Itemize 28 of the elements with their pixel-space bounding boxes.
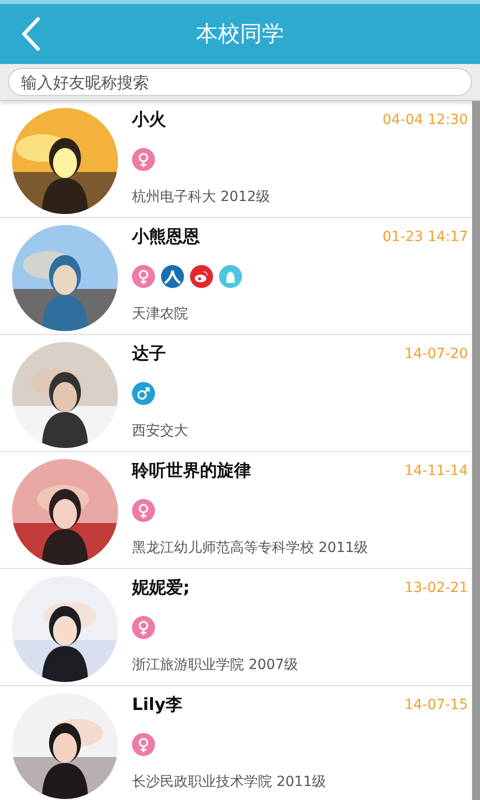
female-symbol-icon: [132, 265, 155, 288]
timestamp: 13-02-21: [404, 580, 468, 596]
school-label: 黑龙江幼儿师范高等专科学校 2011级: [132, 539, 370, 557]
contact-name: 妮妮爱;: [132, 577, 190, 599]
timestamp: 04-04 12:30: [382, 112, 468, 128]
search-field[interactable]: 输入好友昵称搜索: [8, 68, 472, 96]
contact-name: 小熊恩恩: [132, 226, 200, 248]
back-icon: [20, 16, 42, 52]
contact-name: 小火: [132, 109, 166, 131]
contact-name: 聆听世界的旋律: [132, 460, 251, 482]
female-symbol-icon: [132, 148, 155, 171]
school-label: 长沙民政职业技术学院 2011级: [132, 773, 328, 791]
contact-name: 达子: [132, 343, 166, 365]
school-label: 浙江旅游职业学院 2007级: [132, 656, 300, 674]
male-symbol-icon: [132, 382, 155, 405]
female-symbol-icon: [132, 733, 155, 756]
timestamp: 01-23 14:17: [382, 228, 468, 244]
timestamp: 14-07-20: [404, 346, 468, 362]
page-title: 本校同学: [196, 21, 284, 49]
timestamp: 14-07-15: [404, 696, 468, 712]
school-label: 西安交大: [132, 422, 189, 440]
contact-name: Lily李: [132, 694, 183, 716]
female-symbol-icon: [132, 616, 155, 639]
timestamp: 14-11-14: [404, 462, 468, 478]
school-label: 天津农院: [132, 305, 189, 323]
school-label: 杭州电子科大 2012级: [132, 188, 272, 206]
person-glyph-icon: [161, 265, 184, 288]
female-symbol-icon: [132, 499, 155, 522]
